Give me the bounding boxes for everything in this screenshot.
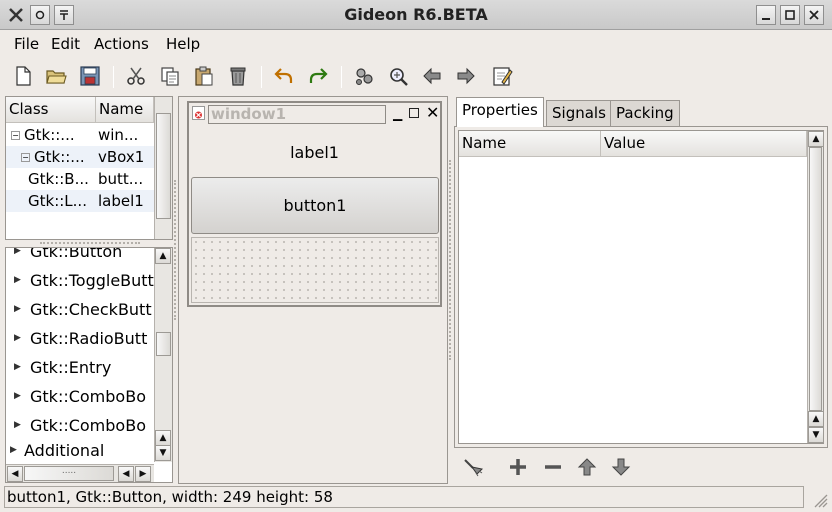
new-file-icon[interactable] (10, 63, 36, 89)
copy-icon[interactable] (157, 63, 183, 89)
palette-vscrollbar[interactable]: ▲ ▲ ▼ (154, 248, 172, 462)
tree-row-name[interactable]: win... (96, 124, 154, 146)
scrollbar-thumb[interactable]: ..... (24, 466, 114, 481)
tab-packing[interactable]: Packing (610, 100, 680, 126)
scroll-up-icon[interactable]: ▲ (155, 248, 171, 264)
design-canvas: window1 ▁ ✕ label1 button1 (178, 96, 448, 484)
collapse-icon[interactable]: − (11, 131, 20, 140)
collapse-icon[interactable]: − (21, 153, 30, 162)
scroll-right-icon[interactable]: ▶ (135, 466, 151, 482)
tree-row[interactable]: − Gtk::... (6, 124, 96, 146)
toolbar (0, 58, 832, 94)
pane-grip[interactable] (174, 180, 176, 320)
scroll-up-icon[interactable]: ▲ (808, 131, 824, 147)
close-icon[interactable]: ✕ (426, 103, 439, 122)
menu-file[interactable]: File (14, 35, 39, 53)
palette-item[interactable]: ▶ Gtk::ComboBo (14, 416, 146, 435)
menu-actions[interactable]: Actions (94, 35, 149, 53)
palette-item[interactable]: ▶ Gtk::Entry (14, 358, 111, 377)
palette-list: ▶ Gtk::Button ▶ Gtk::ToggleButt ▶ Gtk::Chec… (6, 248, 154, 462)
placeholder-slot[interactable] (191, 237, 439, 303)
label1[interactable]: label1 (189, 143, 440, 162)
minimize-icon[interactable]: ▁ (393, 107, 402, 121)
open-folder-icon[interactable] (43, 63, 69, 89)
title-bar: Gideon R6.BETA (0, 0, 832, 30)
paste-icon[interactable] (191, 63, 217, 89)
tab-properties[interactable]: Properties (456, 97, 544, 127)
tab-signals[interactable]: Signals (546, 100, 612, 126)
palette-item[interactable]: ▶ Gtk::Button (14, 248, 122, 261)
scrollbar-thumb[interactable] (809, 147, 822, 411)
palette-item[interactable]: ▶ Gtk::RadioButt (14, 329, 147, 348)
arrow-right-icon[interactable] (453, 63, 479, 89)
tree-row[interactable]: Gtk::L... (6, 190, 96, 212)
scroll-down-icon[interactable]: ▼ (155, 445, 171, 461)
cut-icon[interactable] (123, 63, 149, 89)
widget-tree: Class Name − Gtk::... win... − Gtk::... … (5, 96, 173, 240)
resize-grip-icon[interactable] (810, 490, 828, 508)
redo-icon[interactable] (305, 63, 331, 89)
tree-row-name[interactable]: label1 (96, 190, 154, 212)
designed-window[interactable]: window1 ▁ ✕ label1 button1 (187, 101, 442, 307)
column-header-value[interactable]: Value (601, 131, 807, 157)
column-header-name[interactable]: Name (96, 97, 154, 123)
maximize-button[interactable] (780, 5, 800, 25)
palette-item[interactable]: ▶ Gtk::ToggleButt (14, 271, 154, 290)
tree-scrollbar[interactable] (154, 97, 172, 239)
menu-edit[interactable]: Edit (51, 35, 80, 53)
brush-icon[interactable] (462, 456, 484, 478)
scroll-up-icon[interactable]: ▲ (155, 430, 171, 446)
add-icon[interactable] (507, 456, 529, 478)
button1[interactable]: button1 (191, 177, 439, 234)
arrow-left-icon[interactable] (419, 63, 445, 89)
palette-hscrollbar[interactable]: ◀ ..... ◀ ▶ (6, 464, 154, 482)
window-icon (192, 106, 205, 120)
menu-bar: File Edit Actions Help (0, 31, 832, 57)
scrollbar-thumb[interactable] (156, 332, 171, 356)
properties-list: Name Value ▲ ▲ ▼ (458, 130, 824, 444)
scroll-left-icon[interactable]: ◀ (118, 466, 134, 482)
pane-grip[interactable] (40, 242, 140, 244)
properties-page: Name Value ▲ ▲ ▼ (454, 126, 828, 448)
build-icon[interactable] (351, 63, 377, 89)
scroll-down-icon[interactable]: ▼ (808, 427, 824, 443)
palette-group-additional[interactable]: ▶ Additional (10, 441, 104, 460)
column-header-name[interactable]: Name (459, 131, 601, 157)
undo-icon[interactable] (271, 63, 297, 89)
palette-item[interactable]: ▶ Gtk::ComboBo (14, 387, 146, 406)
save-icon[interactable] (77, 63, 103, 89)
tree-row[interactable]: Gtk::B... (6, 168, 96, 190)
window-title: Gideon R6.BETA (344, 5, 488, 24)
edit-icon[interactable] (489, 63, 515, 89)
pane-grip[interactable] (449, 160, 451, 360)
remove-icon[interactable] (542, 456, 564, 478)
menu-help[interactable]: Help (166, 35, 200, 53)
delete-icon[interactable] (225, 63, 251, 89)
column-header-class[interactable]: Class (6, 97, 96, 123)
tree-row-class: Gtk::... (34, 148, 85, 166)
designed-window-title: window1 (208, 105, 386, 124)
widget-palette: ▶ Gtk::Button ▶ Gtk::ToggleButt ▶ Gtk::Chec… (5, 247, 173, 483)
tree-row-class: Gtk::L... (28, 192, 87, 210)
maximize-icon[interactable] (409, 108, 419, 118)
zoom-icon[interactable] (385, 63, 411, 89)
tree-row-class: Gtk::B... (28, 170, 89, 188)
properties-scrollbar[interactable]: ▲ ▲ ▼ (807, 131, 824, 443)
tree-row-name[interactable]: butt... (96, 168, 154, 190)
palette-item[interactable]: ▶ Gtk::CheckButt (14, 300, 152, 319)
move-up-icon[interactable] (576, 456, 598, 478)
tree-row-class: Gtk::... (24, 126, 75, 144)
status-bar: button1, Gtk::Button, width: 249 height:… (4, 486, 804, 508)
scroll-up-icon[interactable]: ▲ (808, 411, 824, 427)
tree-row[interactable]: − Gtk::... (6, 146, 96, 168)
close-button[interactable] (804, 5, 824, 25)
scroll-left-icon[interactable]: ◀ (7, 466, 23, 482)
tree-row-name[interactable]: vBox1 (96, 146, 154, 168)
minimize-button[interactable] (756, 5, 776, 25)
move-down-icon[interactable] (610, 456, 632, 478)
scrollbar-thumb[interactable] (156, 113, 171, 219)
